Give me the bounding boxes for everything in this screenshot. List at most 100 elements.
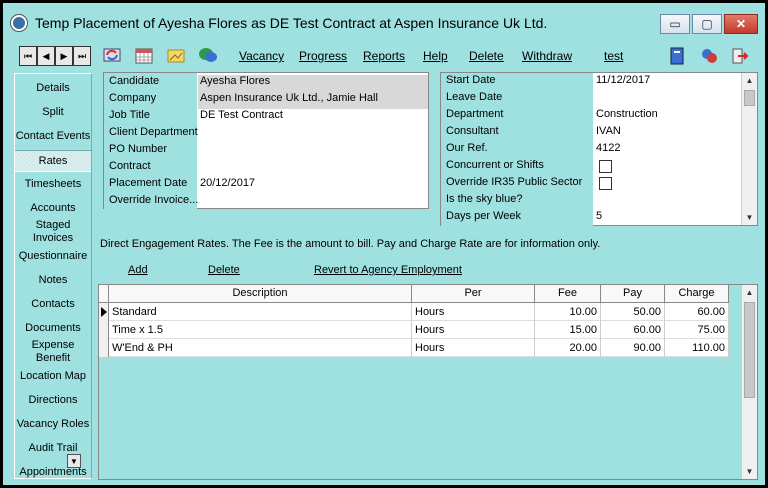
sidebar-item-directions[interactable]: Directions — [15, 394, 91, 407]
sky-blue-label: Is the sky blue? — [446, 193, 523, 205]
leave-date-label: Leave Date — [446, 91, 503, 103]
override-ir35-checkbox[interactable] — [599, 177, 612, 190]
col-fee[interactable]: Fee — [535, 285, 601, 303]
start-date-value[interactable]: 11/12/2017 — [596, 74, 650, 86]
grid-scroll-thumb[interactable] — [744, 302, 755, 398]
toolbar: ⏮ ◀ ▶ ⏭ Vacancy Progress Reports Help De… — [6, 41, 762, 71]
col-per[interactable]: Per — [412, 285, 535, 303]
window-title: Temp Placement of Ayesha Flores as DE Te… — [35, 15, 548, 31]
placement-date-label: Placement Date — [109, 177, 188, 189]
placement-details-left: Candidate Ayesha Flores Company Aspen In… — [103, 72, 430, 210]
po-number-label: PO Number — [109, 143, 168, 155]
department-label: Department — [446, 108, 504, 120]
table-row[interactable]: Time x 1.5 Hours 15.00 60.00 75.00 — [99, 321, 729, 339]
sky-blue-row: Is the sky blue? — [441, 192, 741, 209]
close-button[interactable]: ✕ — [724, 14, 758, 34]
menu-help[interactable]: Help — [423, 49, 448, 63]
days-per-week-value[interactable]: 5 — [596, 210, 602, 222]
note-icon[interactable] — [165, 46, 187, 66]
client-department-row: Client Department — [104, 124, 430, 141]
first-record-icon[interactable]: ⏮ — [19, 46, 37, 66]
last-record-icon[interactable]: ⏭ — [73, 46, 91, 66]
grid-scroll-up-icon[interactable]: ▲ — [742, 285, 757, 300]
sidebar-item-notes[interactable]: Notes — [15, 274, 91, 287]
our-ref-row: Our Ref. 4122 — [441, 141, 741, 158]
sidebar-item-contact-events[interactable]: Contact Events — [15, 130, 91, 143]
menu-delete[interactable]: Delete — [469, 49, 504, 63]
menu-test[interactable]: test — [604, 49, 623, 63]
override-invoice-label[interactable]: Override Invoice... — [109, 194, 198, 206]
consultant-value[interactable]: IVAN — [596, 125, 621, 137]
scroll-down-icon[interactable]: ▼ — [742, 210, 757, 225]
scroll-up-icon[interactable]: ▲ — [742, 73, 757, 88]
maximize-button[interactable]: ▢ — [692, 14, 722, 34]
leave-date-row: Leave Date — [441, 90, 741, 107]
col-pay[interactable]: Pay — [601, 285, 665, 303]
grid-header: Description Per Fee Pay Charge — [99, 285, 729, 303]
sidebar-item-expense-benefit[interactable]: Expense Benefit — [15, 339, 91, 365]
grid-scrollbar[interactable]: ▲ ▼ — [741, 285, 757, 479]
next-record-icon[interactable]: ▶ — [55, 46, 73, 66]
concurrent-shifts-label: Concurrent or Shifts — [446, 159, 544, 171]
previous-record-icon[interactable]: ◀ — [37, 46, 55, 66]
details-scrollbar[interactable]: ▲ ▼ — [741, 73, 757, 225]
consultant-label: Consultant — [446, 125, 499, 137]
app-icon — [11, 15, 27, 31]
concurrent-shifts-row: Concurrent or Shifts — [441, 158, 741, 175]
our-ref-label: Our Ref. — [446, 142, 488, 154]
company-row: Company Aspen Insurance Uk Ltd., Jamie H… — [104, 90, 430, 109]
department-value[interactable]: Construction — [596, 108, 658, 120]
table-row[interactable]: Standard Hours 10.00 50.00 60.00 — [99, 303, 729, 321]
placement-date-value[interactable]: 20/12/2017 — [200, 177, 255, 189]
start-date-row: Start Date 11/12/2017 — [441, 73, 741, 90]
sidebar-item-split[interactable]: Split — [15, 106, 91, 119]
days-per-week-label: Days per Week — [446, 210, 521, 222]
sidebar-item-rates[interactable]: Rates — [15, 150, 91, 172]
sidebar-more-dropdown-icon[interactable]: ▼ — [67, 454, 81, 468]
sidebar-item-accounts[interactable]: Accounts — [15, 202, 91, 215]
job-title-value[interactable]: DE Test Contract — [200, 109, 283, 121]
scroll-thumb[interactable] — [744, 90, 755, 106]
menu-withdraw[interactable]: Withdraw — [522, 49, 572, 63]
revert-agency-button[interactable]: Revert to Agency Employment — [314, 264, 462, 276]
add-rate-button[interactable]: Add — [128, 264, 148, 276]
sidebar-item-location-map[interactable]: Location Map — [15, 370, 91, 383]
chat-icon[interactable] — [197, 46, 219, 66]
sidebar-item-documents[interactable]: Documents — [15, 322, 91, 335]
calendar-icon[interactable] — [133, 46, 155, 66]
exit-icon[interactable] — [730, 46, 750, 66]
sidebar-item-questionnaire[interactable]: Questionnaire — [15, 250, 91, 263]
concurrent-shifts-checkbox[interactable] — [599, 160, 612, 173]
window-controls: ▭ ▢ ✕ — [660, 14, 758, 34]
candidate-label: Candidate — [109, 75, 160, 87]
menu-vacancy[interactable]: Vacancy — [239, 49, 284, 63]
minimize-button[interactable]: ▭ — [660, 14, 690, 34]
sync-icon[interactable] — [101, 46, 123, 66]
rates-grid: Description Per Fee Pay Charge Standard … — [98, 284, 758, 480]
table-row[interactable]: W'End & PH Hours 20.00 90.00 110.00 — [99, 339, 729, 357]
title-bar: Temp Placement of Ayesha Flores as DE Te… — [6, 6, 762, 40]
our-ref-value[interactable]: 4122 — [596, 142, 620, 154]
sidebar: Details Split Contact Events Rates Times… — [14, 73, 92, 479]
department-row: Department Construction — [441, 107, 741, 124]
client-department-label: Client Department — [109, 126, 198, 138]
sidebar-item-vacancy-roles[interactable]: Vacancy Roles — [15, 418, 91, 431]
company-label: Company — [109, 92, 157, 104]
col-description[interactable]: Description — [109, 285, 412, 303]
candidate-row: Candidate Ayesha Flores — [104, 73, 430, 92]
people-icon[interactable] — [699, 46, 719, 66]
current-row-indicator-icon — [99, 303, 109, 321]
consultant-row: Consultant IVAN — [441, 124, 741, 141]
sidebar-item-staged-invoices[interactable]: Staged Invoices — [15, 219, 91, 245]
delete-rate-button[interactable]: Delete — [208, 264, 240, 276]
grid-scroll-down-icon[interactable]: ▼ — [742, 464, 757, 479]
sidebar-item-timesheets[interactable]: Timesheets — [15, 178, 91, 191]
menu-progress[interactable]: Progress — [299, 49, 347, 63]
placement-details-right: Start Date 11/12/2017 Leave Date Departm… — [440, 72, 758, 226]
override-ir35-label: Override IR35 Public Sector — [446, 176, 583, 188]
sidebar-item-contacts[interactable]: Contacts — [15, 298, 91, 311]
menu-reports[interactable]: Reports — [363, 49, 405, 63]
col-charge[interactable]: Charge — [665, 285, 729, 303]
sidebar-item-details[interactable]: Details — [15, 82, 91, 95]
document-icon[interactable] — [668, 46, 688, 66]
